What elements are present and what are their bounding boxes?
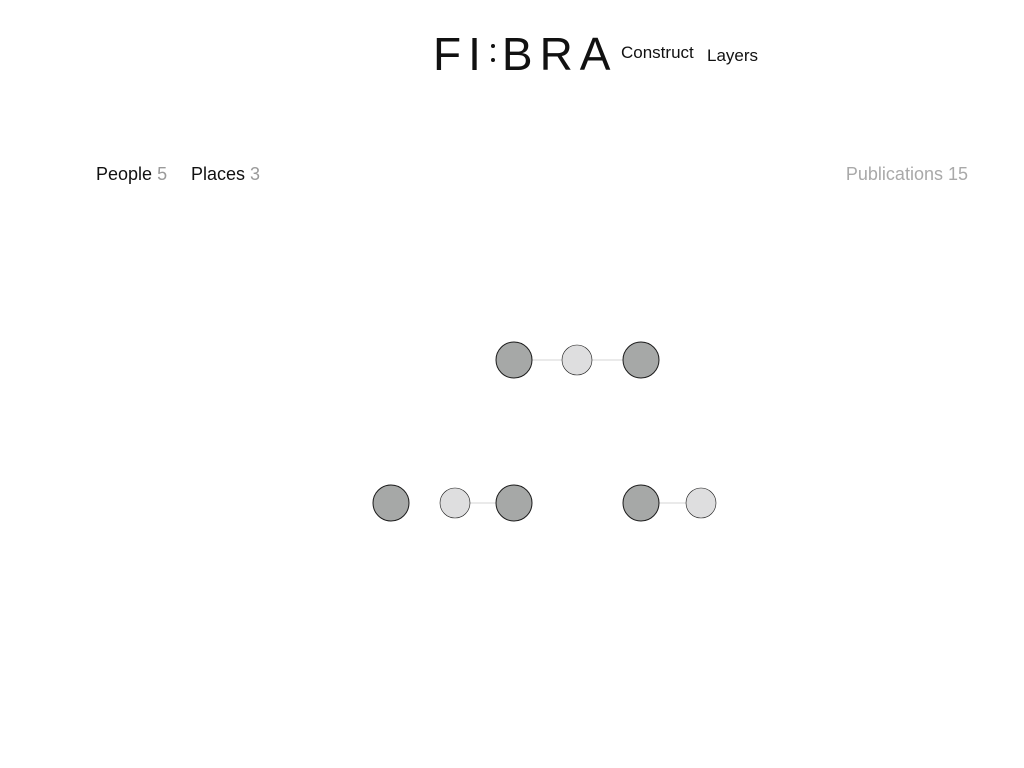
place-node[interactable] (439, 487, 471, 519)
person-node[interactable] (372, 484, 410, 522)
person-node[interactable] (622, 341, 660, 379)
person-node[interactable] (495, 484, 533, 522)
place-node[interactable] (685, 487, 717, 519)
page: FI BRA Construct Layers People 5 Places 3 P… (0, 0, 1024, 768)
person-node[interactable] (622, 484, 660, 522)
person-node[interactable] (495, 341, 533, 379)
place-node[interactable] (561, 344, 593, 376)
network-graph (372, 341, 717, 522)
